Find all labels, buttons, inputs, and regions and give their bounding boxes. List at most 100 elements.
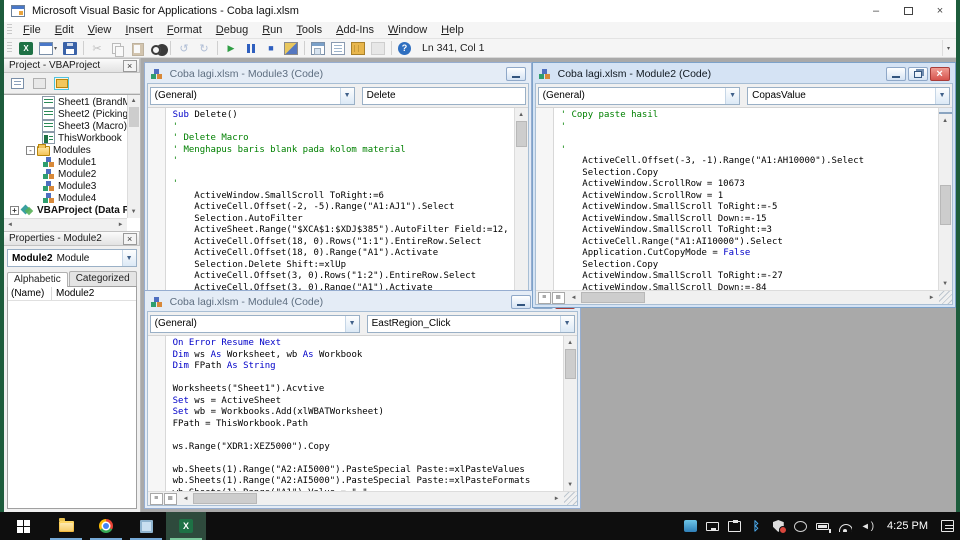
- procedure-dropdown[interactable]: Delete: [362, 87, 526, 105]
- menu-help[interactable]: Help: [434, 24, 471, 36]
- close-icon[interactable]: ×: [123, 60, 137, 72]
- procedure-view-button[interactable]: ≡: [150, 493, 163, 505]
- full-module-view-button[interactable]: ≣: [164, 493, 177, 505]
- chevron-down-icon[interactable]: ▼: [122, 250, 136, 266]
- tree-item-sheet2-pickingl[interactable]: Sheet2 (PickingL: [4, 108, 127, 120]
- display-icon[interactable]: [706, 522, 719, 531]
- scroll-right-icon[interactable]: ►: [115, 219, 127, 231]
- menu-run[interactable]: Run: [255, 24, 289, 36]
- view-object-button[interactable]: [30, 75, 49, 91]
- collapse-icon[interactable]: -: [26, 146, 35, 155]
- property-row[interactable]: (Name) Module2: [8, 287, 136, 301]
- object-dropdown[interactable]: (General) ▼: [538, 87, 741, 105]
- tree-item-module3[interactable]: Module3: [4, 180, 127, 192]
- code-window-module2[interactable]: Coba lagi.xlsm - Module2 (Code) (General…: [532, 62, 956, 308]
- procedure-view-button[interactable]: ≡: [538, 292, 551, 304]
- scrollbar-thumb[interactable]: [940, 185, 951, 225]
- tree-item-module4[interactable]: Module4: [4, 192, 127, 204]
- minimize-button[interactable]: [886, 67, 906, 81]
- tab-categorized[interactable]: Categorized: [69, 271, 137, 286]
- close-button[interactable]: [930, 67, 950, 81]
- taskbar-chrome-button[interactable]: [86, 512, 126, 540]
- save-button[interactable]: [60, 41, 80, 56]
- scrollbar-track[interactable]: [515, 121, 528, 310]
- code-margin[interactable]: [148, 336, 166, 491]
- scrollbar-track[interactable]: [581, 291, 925, 304]
- drag-grip[interactable]: [7, 24, 12, 36]
- scroll-right-icon[interactable]: ►: [550, 492, 564, 505]
- project-explorer-button[interactable]: [308, 41, 328, 56]
- undo-button[interactable]: [174, 41, 194, 56]
- scroll-up-icon[interactable]: ▲: [128, 95, 140, 107]
- full-module-view-button[interactable]: ≣: [552, 292, 565, 304]
- scrollbar-track[interactable]: [564, 349, 577, 478]
- scroll-left-icon[interactable]: ◄: [179, 492, 193, 505]
- start-button[interactable]: [0, 512, 46, 540]
- code-editor[interactable]: ' Copy paste hasil'' ActiveCell.Offset(-…: [536, 108, 952, 290]
- copy-button[interactable]: [107, 41, 127, 56]
- procedure-dropdown[interactable]: EastRegion_Click ▼: [367, 315, 575, 333]
- scrollbar-track[interactable]: [939, 127, 952, 277]
- chevron-down-icon[interactable]: ▼: [935, 88, 949, 104]
- code-window-module3[interactable]: Coba lagi.xlsm - Module3 (Code) (General…: [144, 62, 532, 314]
- tree-item-module1[interactable]: Module1: [4, 156, 127, 168]
- scrollbar-track[interactable]: [16, 219, 115, 231]
- tree-item-module2[interactable]: Module2: [4, 168, 127, 180]
- vertical-scrollbar[interactable]: ▲ ▼: [563, 336, 577, 491]
- meet-now-icon[interactable]: [794, 521, 807, 532]
- tree-item-modules[interactable]: -Modules: [4, 144, 127, 156]
- chevron-down-icon[interactable]: ▼: [725, 88, 739, 104]
- scroll-left-icon[interactable]: ◄: [4, 219, 16, 231]
- tab-alphabetic[interactable]: Alphabetic: [7, 272, 68, 287]
- toggle-folders-button[interactable]: [52, 75, 71, 91]
- drag-grip[interactable]: [7, 42, 12, 54]
- object-dropdown[interactable]: (General) ▼: [150, 315, 360, 333]
- module4-title-bar[interactable]: Coba lagi.xlsm - Module4 (Code): [147, 293, 578, 311]
- tree-vertical-scrollbar[interactable]: ▲ ▼: [127, 95, 140, 218]
- chevron-down-icon[interactable]: ▼: [560, 316, 574, 332]
- redo-button[interactable]: [194, 41, 214, 56]
- menu-format[interactable]: Format: [160, 24, 209, 36]
- code-editor[interactable]: Sub Delete()'' Delete Macro' Menghapus b…: [148, 108, 528, 310]
- chevron-down-icon[interactable]: ▼: [340, 88, 354, 104]
- insert-userform-button[interactable]: ▾: [36, 41, 60, 56]
- vertical-scrollbar[interactable]: ▲: [514, 108, 528, 310]
- toolbar-options-button[interactable]: ▾: [942, 40, 954, 56]
- restore-button[interactable]: [908, 67, 928, 81]
- menu-edit[interactable]: Edit: [48, 24, 81, 36]
- help-button[interactable]: [395, 41, 414, 56]
- procedure-dropdown[interactable]: CopasValue ▼: [747, 87, 950, 105]
- close-button[interactable]: ×: [924, 0, 956, 22]
- resize-grip[interactable]: [564, 492, 577, 505]
- app-window-icon[interactable]: [684, 520, 697, 532]
- object-browser-button[interactable]: [348, 41, 368, 56]
- horizontal-scrollbar[interactable]: ◄ ►: [567, 291, 939, 304]
- scroll-down-icon[interactable]: ▼: [128, 206, 140, 218]
- scrollbar-track[interactable]: [193, 492, 550, 505]
- toolbox-button[interactable]: [368, 41, 388, 56]
- scroll-right-icon[interactable]: ►: [925, 291, 939, 304]
- menu-tools[interactable]: Tools: [289, 24, 329, 36]
- find-button[interactable]: [147, 41, 167, 56]
- code-window-module4[interactable]: Coba lagi.xlsm - Module4 (Code) (General…: [144, 290, 581, 509]
- scroll-up-icon[interactable]: ▲: [939, 114, 952, 127]
- vertical-scrollbar[interactable]: ▲ ▼: [938, 108, 952, 290]
- cut-button[interactable]: [87, 41, 107, 56]
- close-icon[interactable]: ×: [123, 233, 137, 245]
- usb-icon[interactable]: [728, 521, 741, 532]
- chevron-down-icon[interactable]: ▼: [345, 316, 359, 332]
- run-button[interactable]: [221, 41, 241, 56]
- tree-item-sheet1-brandm[interactable]: Sheet1 (BrandM: [4, 96, 127, 108]
- minimize-button[interactable]: [506, 67, 526, 81]
- code-editor[interactable]: On Error Resume NextDim ws As Worksheet,…: [148, 336, 577, 491]
- paste-button[interactable]: [127, 41, 147, 56]
- code-margin[interactable]: [536, 108, 554, 290]
- taskbar-clock[interactable]: 4:25 PM: [883, 520, 932, 532]
- scrollbar-thumb[interactable]: [129, 107, 139, 127]
- scrollbar-thumb[interactable]: [581, 292, 645, 303]
- menu-window[interactable]: Window: [381, 24, 434, 36]
- menu-view[interactable]: View: [81, 24, 119, 36]
- scroll-up-icon[interactable]: ▲: [564, 336, 577, 349]
- tree-item-sheet3-macro[interactable]: Sheet3 (Macro): [4, 120, 127, 132]
- defender-icon[interactable]: [772, 518, 785, 534]
